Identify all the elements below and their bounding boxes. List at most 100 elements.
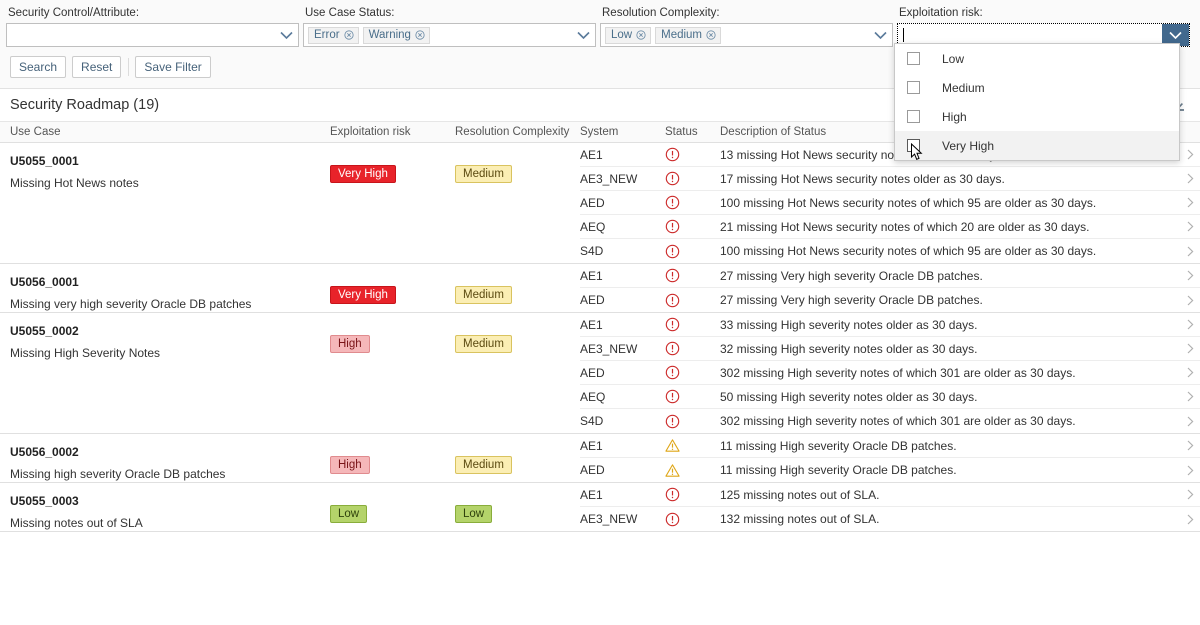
table-row[interactable]: AED 100 missing Hot News security notes o… xyxy=(580,191,1200,215)
use-case-id: U5055_0002 xyxy=(10,324,79,338)
chevron-down-icon[interactable] xyxy=(274,24,298,46)
token-use-case-status-0[interactable]: Error xyxy=(308,26,359,44)
use-case-summary: U5055_0001 Missing Hot News notes Very Hig… xyxy=(0,143,580,263)
token-label: Warning xyxy=(368,29,411,41)
error-icon xyxy=(665,268,720,283)
dropdown-option-label: Very High xyxy=(942,138,995,153)
table-row[interactable]: AE1 125 missing notes out of SLA. xyxy=(580,483,1200,507)
chevron-right-icon[interactable] xyxy=(1180,246,1200,257)
system-name: AE1 xyxy=(580,147,603,162)
system-name: AE1 xyxy=(580,268,603,283)
resolution-complexity-badge: Medium xyxy=(455,456,512,474)
chevron-down-icon[interactable] xyxy=(868,24,892,46)
token-remove-icon[interactable] xyxy=(415,30,425,40)
checkbox-icon[interactable] xyxy=(907,81,920,94)
table-row[interactable]: AED 11 missing High severity Oracle DB pa… xyxy=(580,458,1200,482)
chevron-right-icon[interactable] xyxy=(1180,416,1200,427)
status-description: 100 missing Hot News security notes of w… xyxy=(720,195,1097,210)
error-icon xyxy=(665,293,720,308)
column-header-use-case: Use Case xyxy=(10,126,61,138)
token-remove-icon[interactable] xyxy=(343,30,354,40)
token-resolution-complexity-1[interactable]: Medium xyxy=(655,26,722,44)
table-row[interactable]: AE3_NEW 17 missing Hot News security note… xyxy=(580,167,1200,191)
status-description: 27 missing Very high severity Oracle DB … xyxy=(720,293,983,307)
system-name: AED xyxy=(580,365,605,380)
search-button[interactable]: Search xyxy=(10,56,67,78)
table-row[interactable]: AED 27 missing Very high severity Oracle … xyxy=(580,288,1200,312)
chevron-right-icon[interactable] xyxy=(1180,221,1200,232)
chevron-right-icon[interactable] xyxy=(1180,270,1200,281)
exploitation-risk-badge: Low xyxy=(330,505,368,523)
table-row[interactable]: AE3_NEW 32 missing High severity notes ol… xyxy=(580,337,1200,361)
save-filter-button[interactable]: Save Filter xyxy=(135,56,211,78)
exploitation-risk-dropdown[interactable]: Low Medium High Very High xyxy=(894,43,1180,161)
resolution-complexity-badge: Medium xyxy=(455,286,512,304)
resolution-complexity-cell: Medium xyxy=(455,275,580,312)
chevron-right-icon[interactable] xyxy=(1180,367,1200,378)
checkbox-icon[interactable] xyxy=(907,139,920,152)
chevron-right-icon[interactable] xyxy=(1180,319,1200,330)
table-row[interactable]: AE1 27 missing Very high severity Oracle … xyxy=(580,264,1200,288)
table-row[interactable]: AE1 33 missing High severity notes older … xyxy=(580,313,1200,337)
table-row[interactable]: S4D 302 missing High severity notes of wh… xyxy=(580,409,1200,433)
dropdown-option-label: High xyxy=(942,109,967,124)
status-description: 125 missing notes out of SLA. xyxy=(720,487,880,502)
chevron-right-icon[interactable] xyxy=(1180,514,1200,525)
use-case-summary: U5055_0003 Missing notes out of SLA Low Low xyxy=(0,483,580,531)
use-case-cell: U5055_0001 Missing Hot News notes xyxy=(0,154,330,263)
chevron-right-icon[interactable] xyxy=(1180,149,1200,160)
status-description: 33 missing High severity notes older as … xyxy=(720,317,978,332)
dropdown-option-low[interactable]: Low xyxy=(895,44,1179,73)
reset-button[interactable]: Reset xyxy=(72,56,122,78)
token-remove-icon[interactable] xyxy=(636,30,646,40)
table-row[interactable]: AEQ 50 missing High severity notes older … xyxy=(580,385,1200,409)
system-name: AE1 xyxy=(580,317,603,332)
chevron-right-icon[interactable] xyxy=(1180,489,1200,500)
chevron-right-icon[interactable] xyxy=(1180,440,1200,451)
table-row[interactable]: AED 302 missing High severity notes of wh… xyxy=(580,361,1200,385)
chevron-right-icon[interactable] xyxy=(1180,197,1200,208)
warning-icon xyxy=(665,463,720,478)
chevron-right-icon[interactable] xyxy=(1180,465,1200,476)
table-body: U5055_0001 Missing Hot News notes Very Hig… xyxy=(0,143,1200,611)
chevron-right-icon[interactable] xyxy=(1180,295,1200,306)
chevron-right-icon[interactable] xyxy=(1180,343,1200,354)
use-case-id: U5055_0003 xyxy=(10,494,79,508)
error-icon xyxy=(665,195,720,210)
error-icon xyxy=(665,414,720,429)
table-row[interactable]: AE1 11 missing High severity Oracle DB pa… xyxy=(580,434,1200,458)
security-control-attribute-input[interactable] xyxy=(6,23,299,47)
dropdown-option-high[interactable]: High xyxy=(895,102,1179,131)
checkbox-icon[interactable] xyxy=(907,110,920,123)
resolution-complexity-cell: Medium xyxy=(455,445,580,482)
status-description: 17 missing Hot News security notes older… xyxy=(720,171,1005,186)
dropdown-option-very-high[interactable]: Very High xyxy=(895,131,1179,160)
token-use-case-status-1[interactable]: Warning xyxy=(362,26,430,44)
chevron-right-icon[interactable] xyxy=(1180,173,1200,184)
chevron-right-icon[interactable] xyxy=(1180,391,1200,402)
chevron-down-icon[interactable] xyxy=(571,24,595,46)
use-case-id: U5055_0001 xyxy=(10,154,79,168)
use-case-status-input[interactable]: Error Warning xyxy=(303,23,596,47)
table-row[interactable]: AEQ 21 missing Hot News security notes of… xyxy=(580,215,1200,239)
dropdown-option-medium[interactable]: Medium xyxy=(895,73,1179,102)
table-row[interactable]: AE3_NEW 132 missing notes out of SLA. xyxy=(580,507,1200,531)
error-icon xyxy=(665,317,720,332)
error-icon xyxy=(665,171,720,186)
table-row[interactable]: S4D 100 missing Hot News security notes o… xyxy=(580,239,1200,263)
status-description: 21 missing Hot News security notes of wh… xyxy=(720,219,1090,234)
use-case-id: U5056_0002 xyxy=(10,445,79,459)
use-case-group: U5056_0001 Missing very high severity Ora… xyxy=(0,264,1200,313)
resolution-complexity-input[interactable]: Low Medium xyxy=(600,23,893,47)
token-resolution-complexity-0[interactable]: Low xyxy=(605,26,652,44)
system-rows: AE1 125 missing notes out of SLA. AE3_NEW 1… xyxy=(580,483,1200,531)
error-icon xyxy=(665,219,720,234)
security-roadmap-table: Use Case Exploitation risk Resolution Co… xyxy=(0,121,1200,611)
token-remove-icon[interactable] xyxy=(706,30,716,40)
column-header-system: System xyxy=(580,126,619,138)
use-case-description: Missing high severity Oracle DB patches xyxy=(10,467,226,481)
checkbox-icon[interactable] xyxy=(907,52,920,65)
use-case-cell: U5055_0003 Missing notes out of SLA xyxy=(0,494,330,531)
use-case-description: Missing notes out of SLA xyxy=(10,516,143,530)
use-case-description: Missing Hot News notes xyxy=(10,176,139,190)
